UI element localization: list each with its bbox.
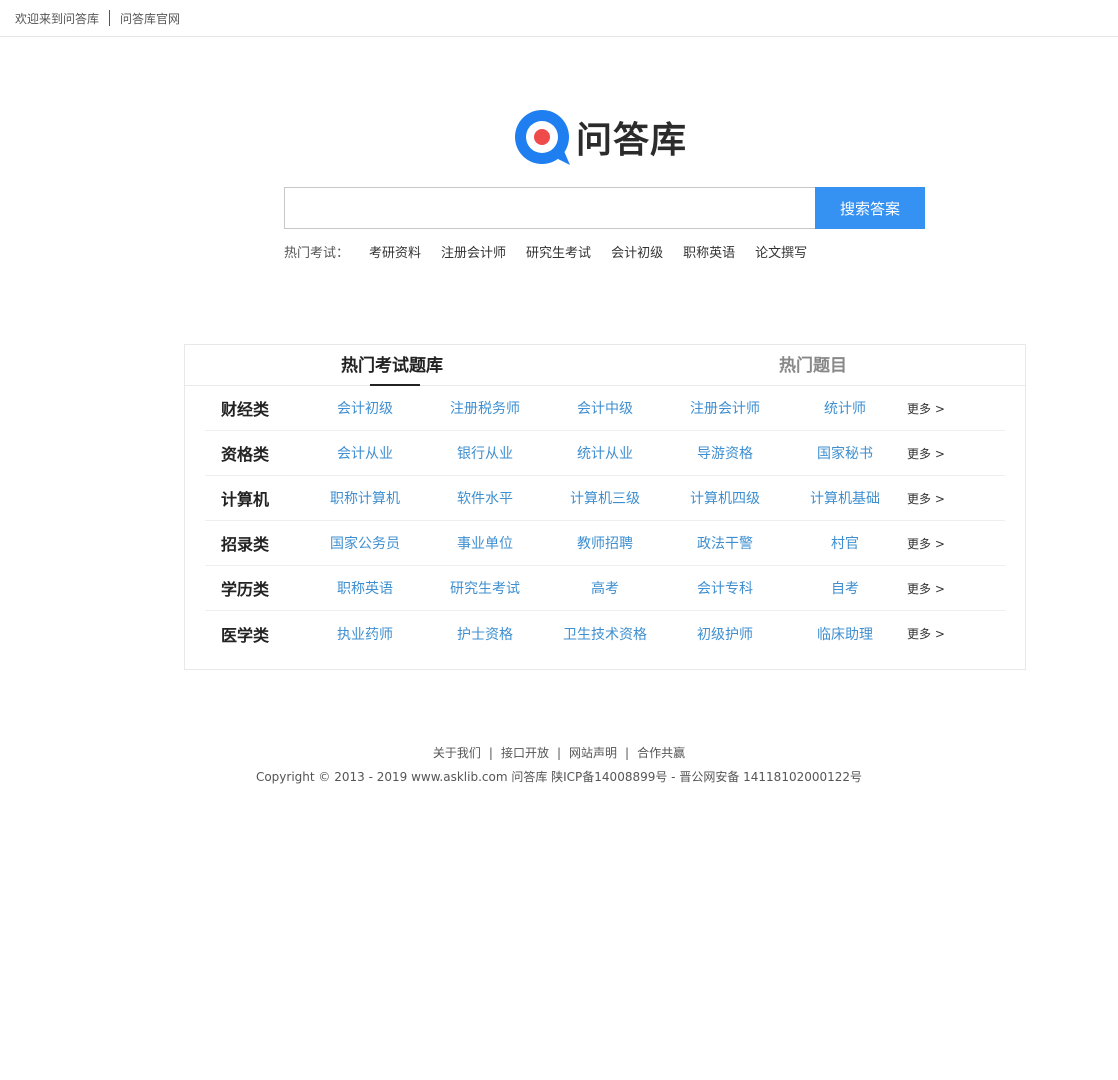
more-link[interactable]: 更多 > [907,580,945,597]
category-row: 学历类 职称英语 研究生考试 高考 会计专科 自考 更多 > [205,566,1005,611]
exam-link[interactable]: 计算机三级 [545,488,665,508]
copyright-text: Copyright © 2013 - 2019 www.asklib.com 问… [255,770,863,784]
tab-hot-exam-bank[interactable]: 热门考试题库 [341,345,443,386]
exam-link[interactable]: 事业单位 [425,533,545,553]
hot-exam-link[interactable]: 论文撰写 [755,242,807,261]
exam-link[interactable]: 统计从业 [545,443,665,463]
exam-link[interactable]: 卫生技术资格 [545,624,665,644]
more-link[interactable]: 更多 > [907,445,945,462]
exam-link[interactable]: 国家秘书 [785,443,905,463]
category-links: 职称英语 研究生考试 高考 会计专科 自考 [305,578,905,598]
more-link[interactable]: 更多 > [907,625,945,642]
exam-link[interactable]: 职称英语 [305,578,425,598]
hot-exam-link[interactable]: 职称英语 [683,242,735,261]
more-link[interactable]: 更多 > [907,400,945,417]
hot-exam-link[interactable]: 会计初级 [611,242,663,261]
logo-q-icon [514,109,570,165]
category-row: 资格类 会计从业 银行从业 统计从业 导游资格 国家秘书 更多 > [205,431,1005,476]
footer-links: 关于我们 | 接口开放 | 网站声明 | 合作共赢 [0,744,1118,761]
search-bar: 搜索答案 [284,187,925,229]
site-logo[interactable]: 问答库 [514,108,704,166]
category-label: 学历类 [221,580,270,599]
category-row: 医学类 执业药师 护士资格 卫生技术资格 初级护师 临床助理 更多 > [205,611,1005,656]
hot-exam-link[interactable]: 研究生考试 [526,242,591,261]
category-links: 国家公务员 事业单位 教师招聘 政法干警 村官 [305,533,905,553]
more-link[interactable]: 更多 > [907,535,945,552]
exam-link[interactable]: 自考 [785,578,905,598]
exam-link[interactable]: 国家公务员 [305,533,425,553]
exam-link[interactable]: 统计师 [785,398,905,418]
exam-link[interactable]: 会计初级 [305,398,425,418]
hot-exams-label: 热门考试： [284,245,350,261]
category-links: 执业药师 护士资格 卫生技术资格 初级护师 临床助理 [305,624,905,644]
footer-link-cooperation[interactable]: 合作共赢 [637,746,685,760]
exam-link[interactable]: 注册会计师 [665,398,785,418]
category-row: 计算机 职称计算机 软件水平 计算机三级 计算机四级 计算机基础 更多 > [205,476,1005,521]
exam-link[interactable]: 执业药师 [305,624,425,644]
exam-link[interactable]: 政法干警 [665,533,785,553]
hot-exam-link[interactable]: 考研资料 [369,242,421,261]
search-input[interactable] [284,187,815,229]
category-row: 招录类 国家公务员 事业单位 教师招聘 政法干警 村官 更多 > [205,521,1005,566]
exam-link[interactable]: 计算机基础 [785,488,905,508]
category-label: 医学类 [221,625,270,645]
category-links: 会计初级 注册税务师 会计中级 注册会计师 统计师 [305,398,905,418]
category-list: 财经类 会计初级 注册税务师 会计中级 注册会计师 统计师 更多 > 资格类 会… [185,386,1025,656]
hot-exams: 热门考试： 考研资料 注册会计师 研究生考试 会计初级 职称英语 论文撰写 [284,241,827,261]
exam-link[interactable]: 计算机四级 [665,488,785,508]
exam-link[interactable]: 会计专科 [665,578,785,598]
footer-link-about[interactable]: 关于我们 [433,746,481,760]
category-label: 财经类 [221,400,270,419]
exam-link[interactable]: 临床助理 [785,624,905,644]
category-label: 招录类 [221,535,270,554]
official-site-link[interactable]: 问答库官网 [120,10,180,27]
exam-link[interactable]: 研究生考试 [425,578,545,598]
footer-link-api[interactable]: 接口开放 [501,746,549,760]
exam-link[interactable]: 高考 [545,578,665,598]
exam-link[interactable]: 村官 [785,533,905,553]
hot-exam-link[interactable]: 注册会计师 [441,242,506,261]
category-links: 会计从业 银行从业 统计从业 导游资格 国家秘书 [305,443,905,463]
search-button[interactable]: 搜索答案 [815,187,925,229]
category-row: 财经类 会计初级 注册税务师 会计中级 注册会计师 统计师 更多 > [205,386,1005,431]
category-label: 资格类 [221,445,270,464]
exam-link[interactable]: 会计从业 [305,443,425,463]
exam-panel: 热门考试题库 热门题目 财经类 会计初级 注册税务师 会计中级 注册会计师 统计… [184,344,1026,670]
exam-link[interactable]: 教师招聘 [545,533,665,553]
footer-separator: | [488,746,493,760]
exam-link[interactable]: 会计中级 [545,398,665,418]
tab-hot-questions[interactable]: 热门题目 [779,345,847,386]
exam-link[interactable]: 职称计算机 [305,488,425,508]
exam-link[interactable]: 注册税务师 [425,398,545,418]
category-label: 计算机 [221,490,270,509]
footer-separator: | [556,746,562,760]
exam-link[interactable]: 导游资格 [665,443,785,463]
exam-link[interactable]: 银行从业 [425,443,545,463]
footer-link-statement[interactable]: 网站声明 [569,746,617,760]
top-bar: 欢迎来到问答库 问答库官网 [0,0,1118,37]
exam-link[interactable]: 护士资格 [425,624,545,644]
panel-tabs: 热门考试题库 热门题目 [185,345,1025,386]
exam-link[interactable]: 初级护师 [665,624,785,644]
exam-link[interactable]: 软件水平 [425,488,545,508]
welcome-link[interactable]: 欢迎来到问答库 [15,10,99,27]
more-link[interactable]: 更多 > [907,490,945,507]
category-links: 职称计算机 软件水平 计算机三级 计算机四级 计算机基础 [305,488,905,508]
footer-separator: | [625,746,630,760]
logo-text: 问答库 [576,120,688,161]
topbar-divider [109,10,111,26]
